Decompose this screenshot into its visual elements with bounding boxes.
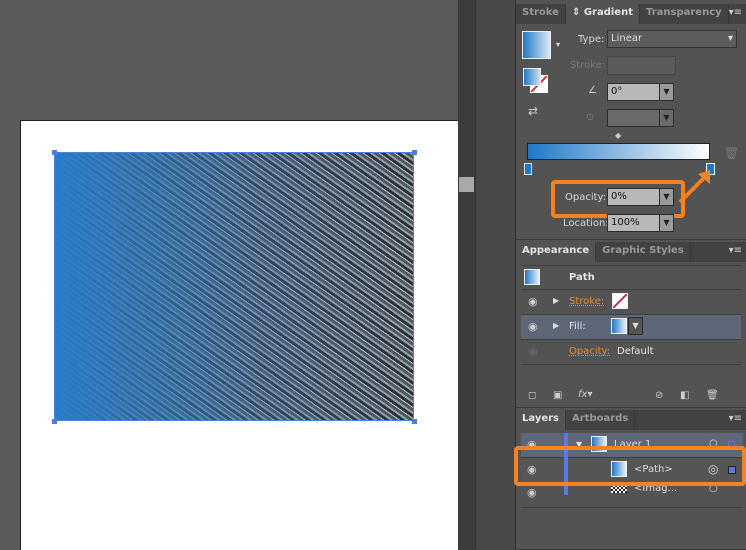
gradient-swatch[interactable] <box>522 31 551 59</box>
eye-icon[interactable]: ◉ <box>528 295 538 308</box>
vertical-scrollbar[interactable] <box>458 0 475 550</box>
scrollbar-thumb[interactable] <box>459 177 474 192</box>
type-select[interactable]: Linear ▾ <box>607 30 737 48</box>
reverse-gradient-icon[interactable]: ⇄ <box>528 104 538 118</box>
tab-artboards[interactable]: Artboards <box>566 410 636 430</box>
path-layer-highlight <box>514 446 746 486</box>
stroke-gradient-buttons <box>607 56 676 75</box>
aspect-ratio-icon: ⊙ <box>586 112 595 123</box>
tab-stroke[interactable]: Stroke <box>516 4 566 24</box>
location-value: 100% <box>611 217 640 228</box>
location-field[interactable]: 100% <box>607 214 660 232</box>
tab-transparency[interactable]: Transparency <box>640 4 729 24</box>
selection-handle[interactable] <box>412 419 417 424</box>
opacity-value: 0% <box>611 191 627 202</box>
midpoint-diamond[interactable]: ◆ <box>615 131 621 140</box>
gradient-slider[interactable] <box>527 143 710 160</box>
opacity-dropdown[interactable]: ▼ <box>659 188 674 206</box>
expand-icon[interactable]: ▶ <box>553 321 559 330</box>
selection-handle[interactable] <box>52 419 57 424</box>
panel-dock <box>475 0 516 550</box>
tab-appearance[interactable]: Appearance <box>516 242 597 262</box>
stroke-none-swatch[interactable] <box>612 293 628 309</box>
type-value: Linear <box>611 33 643 44</box>
expand-icon[interactable]: ▶ <box>553 296 559 305</box>
tab-layers[interactable]: Layers <box>516 410 566 430</box>
clear-appearance-icon[interactable]: ⊘ <box>655 390 663 401</box>
fill-dropdown[interactable]: ▼ <box>628 317 643 335</box>
angle-value: 0° <box>611 86 623 97</box>
layer-row-image[interactable]: ◉ <Imag... ○ <box>521 483 743 508</box>
fill-attribute-label[interactable]: Fill: <box>569 321 586 332</box>
eye-icon[interactable]: ◉ <box>528 320 538 333</box>
path-thumbnail <box>524 269 540 285</box>
angle-field[interactable]: 0° <box>607 83 660 101</box>
stroke-attribute-label[interactable]: Stroke: <box>569 296 604 307</box>
gradient-stop-start[interactable] <box>524 163 532 175</box>
angle-icon: ∠ <box>588 85 597 96</box>
fx-label: fx <box>578 389 588 400</box>
location-dropdown[interactable]: ▼ <box>659 214 674 232</box>
gradient-panel: Stroke ⇕ Gradient Transparency ▾≡ ▾ ⇄ Ty… <box>516 0 746 240</box>
selection-handle[interactable] <box>52 150 57 155</box>
fill-swatch[interactable] <box>523 68 541 86</box>
duplicate-item-icon[interactable]: ◧ <box>680 390 689 401</box>
opacity-field[interactable]: 0% <box>607 188 660 206</box>
aspect-dropdown: ▼ <box>659 109 674 127</box>
fx-icon[interactable]: fx▾ <box>578 389 592 400</box>
delete-stop-icon[interactable]: 🗑 <box>724 146 739 160</box>
appearance-title: Path <box>569 272 595 283</box>
appearance-panel: Appearance Graphic Styles ▾≡ Path ◉ ▶ St… <box>516 240 746 408</box>
location-label: Location: <box>563 218 609 229</box>
layers-panel: Layers Artboards ▾≡ ◉ ▼ Layer 1 ○ ◉ <Pat… <box>514 408 746 550</box>
eye-icon[interactable]: ◉ <box>528 345 538 358</box>
selected-gradient-image[interactable] <box>54 152 414 421</box>
tab-gradient-label: Gradient <box>583 7 633 18</box>
panel-menu-icon[interactable]: ▾≡ <box>729 413 742 424</box>
tab-graphic-styles[interactable]: Graphic Styles <box>596 242 691 262</box>
selection-handle[interactable] <box>412 150 417 155</box>
fill-gradient-swatch[interactable] <box>611 318 627 334</box>
aspect-field <box>607 109 660 127</box>
highlight-arrow <box>678 170 710 204</box>
swatch-dropdown-icon[interactable]: ▾ <box>556 40 560 49</box>
tab-gradient[interactable]: ⇕ Gradient <box>565 4 640 24</box>
appearance-footer: ◻ ▣ fx▾ ⊘ ◧ 🗑 <box>516 388 746 406</box>
type-label: Type: <box>578 34 605 45</box>
eye-icon[interactable]: ◉ <box>527 486 537 499</box>
angle-dropdown[interactable]: ▼ <box>659 83 674 101</box>
panel-menu-icon[interactable]: ▾≡ <box>729 7 742 18</box>
delete-item-icon[interactable]: 🗑 <box>706 390 719 401</box>
opacity-label: Opacity: <box>565 192 607 203</box>
stroke-label: Stroke: <box>570 60 606 71</box>
opacity-attribute-label[interactable]: Opacity: <box>569 346 610 357</box>
panel-menu-icon[interactable]: ▾≡ <box>729 245 742 256</box>
add-stroke-icon[interactable]: ◻ <box>528 390 536 401</box>
add-fill-icon[interactable]: ▣ <box>553 390 562 401</box>
opacity-attribute-value: Default <box>617 346 654 357</box>
